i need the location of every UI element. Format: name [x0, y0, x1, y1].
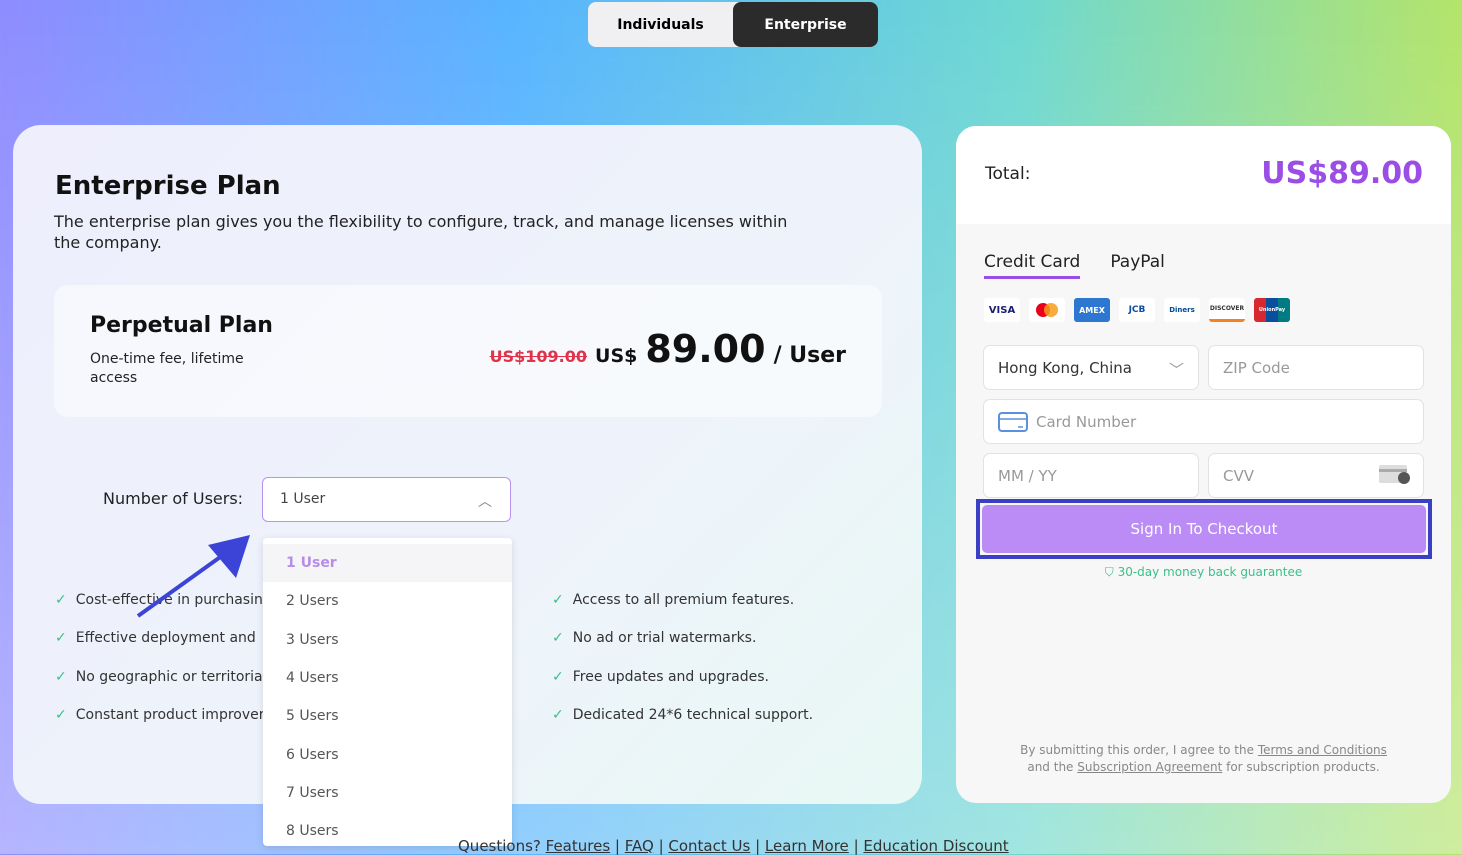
- currency: US$: [595, 345, 638, 367]
- feature-item: ✓ Constant product improver: [55, 707, 265, 723]
- plan-card-title: Perpetual Plan: [90, 313, 273, 338]
- feature-text: Dedicated 24*6 technical support.: [572, 707, 814, 723]
- guarantee: ⛉ 30-day money back guarantee: [956, 565, 1451, 580]
- users-label: Number of Users:: [103, 489, 244, 508]
- check-icon: ✓: [55, 630, 67, 646]
- cvv-card-icon: [1379, 465, 1410, 484]
- country-value: Hong Kong, China: [998, 359, 1132, 377]
- checkout-button-highlight: Sign In To Checkout: [976, 499, 1432, 559]
- visa-icon: VISA: [984, 298, 1020, 322]
- plan-toggle: Individuals Enterprise: [588, 2, 878, 47]
- feature-text: Free updates and upgrades.: [572, 669, 769, 685]
- option-7-users[interactable]: 7 Users: [263, 774, 512, 812]
- check-icon: ✓: [55, 669, 67, 685]
- education-discount-link[interactable]: Education Discount: [863, 837, 1008, 855]
- terms-part: for subscription products.: [1222, 760, 1380, 774]
- plan-card-subtitle: One-time fee, lifetime access: [90, 351, 244, 386]
- cvv-placeholder: CVV: [1223, 467, 1254, 485]
- discover-icon: DISCOVER: [1209, 298, 1245, 322]
- feature-text: Access to all premium features.: [572, 592, 795, 608]
- check-icon: ✓: [552, 669, 564, 685]
- total-label: Total:: [985, 164, 1031, 184]
- price: US$109.00 US$ 89.00 / User: [490, 327, 846, 371]
- diners-icon: Diners: [1164, 298, 1200, 322]
- card-number-input[interactable]: Card Number: [983, 399, 1424, 444]
- tab-enterprise[interactable]: Enterprise: [733, 2, 878, 47]
- terms-link[interactable]: Terms and Conditions: [1258, 743, 1387, 757]
- tab-individuals[interactable]: Individuals: [588, 2, 733, 47]
- unionpay-icon: UnionPay: [1254, 298, 1290, 322]
- users-select[interactable]: 1 User ︿: [262, 477, 511, 522]
- faq-link[interactable]: FAQ: [625, 837, 654, 855]
- expiry-input[interactable]: MM / YY: [983, 453, 1199, 498]
- page-title: Enterprise Plan: [55, 171, 281, 201]
- tab-paypal[interactable]: PayPal: [1110, 252, 1165, 279]
- zip-input[interactable]: ZIP Code: [1208, 345, 1424, 390]
- price-amount: 89.00: [645, 327, 766, 371]
- guarantee-text: 30-day money back guarantee: [1117, 565, 1303, 579]
- feature-text: Effective deployment and: [75, 630, 256, 646]
- card-logos: VISA AMEX JCB Diners DISCOVER UnionPay: [984, 298, 1290, 322]
- feature-text: Constant product improver: [75, 707, 265, 723]
- users-dropdown: 1 User 2 Users 3 Users 4 Users 5 Users 6…: [263, 538, 512, 846]
- credit-card-icon: [998, 412, 1028, 432]
- features-link[interactable]: Features: [546, 837, 611, 855]
- feature-item: ✓ No ad or trial watermarks.: [552, 630, 756, 646]
- amex-icon: AMEX: [1074, 298, 1110, 322]
- option-2-users[interactable]: 2 Users: [263, 582, 512, 620]
- check-icon: ✓: [552, 707, 564, 723]
- arrow-annotation-icon: [136, 535, 250, 618]
- option-6-users[interactable]: 6 Users: [263, 735, 512, 773]
- tab-credit-card[interactable]: Credit Card: [984, 252, 1081, 279]
- users-selected-value: 1 User: [280, 491, 326, 507]
- chevron-up-icon: ︿: [478, 494, 492, 510]
- feature-item: ✓ Access to all premium features.: [552, 592, 794, 608]
- checkout-panel: Total: US$89.00 Credit Card PayPal VISA …: [956, 126, 1451, 803]
- sign-in-checkout-button[interactable]: Sign In To Checkout: [982, 505, 1426, 553]
- option-5-users[interactable]: 5 Users: [263, 697, 512, 735]
- perpetual-plan-card: Perpetual Plan One-time fee, lifetime ac…: [54, 285, 882, 417]
- jcb-icon: JCB: [1119, 298, 1155, 322]
- terms-text: By submitting this order, I agree to the…: [956, 742, 1451, 776]
- option-3-users[interactable]: 3 Users: [263, 621, 512, 659]
- check-icon: ✓: [552, 592, 564, 608]
- terms-part: and the: [1027, 760, 1078, 774]
- feature-item: ✓ Free updates and upgrades.: [552, 669, 769, 685]
- footer: Questions? Features | FAQ | Contact Us |…: [458, 837, 1009, 855]
- total-value: US$89.00: [1261, 156, 1423, 191]
- option-1-user[interactable]: 1 User: [263, 544, 512, 583]
- feature-item: ✓ No geographic or territoria: [55, 669, 263, 685]
- feature-item: ✓ Dedicated 24*6 technical support.: [552, 707, 813, 723]
- card-number-placeholder: Card Number: [1036, 413, 1137, 431]
- footer-prefix: Questions?: [458, 837, 546, 855]
- cvv-input[interactable]: CVV: [1208, 453, 1424, 498]
- chevron-down-icon: ﹀: [1168, 361, 1184, 379]
- check-icon: ✓: [55, 707, 67, 723]
- old-price: US$109.00: [489, 347, 588, 366]
- check-icon: ✓: [55, 592, 67, 608]
- check-icon: ✓: [552, 630, 564, 646]
- feature-text: No ad or trial watermarks.: [572, 630, 757, 646]
- subscription-agreement-link[interactable]: Subscription Agreement: [1077, 760, 1222, 774]
- learn-more-link[interactable]: Learn More: [765, 837, 849, 855]
- price-unit: / User: [773, 343, 846, 368]
- feature-text: No geographic or territoria: [75, 669, 263, 685]
- plan-description: The enterprise plan gives you the flexib…: [54, 212, 788, 252]
- option-4-users[interactable]: 4 Users: [263, 659, 512, 697]
- contact-link[interactable]: Contact Us: [668, 837, 750, 855]
- country-select[interactable]: Hong Kong, China ﹀: [983, 345, 1199, 390]
- shield-check-icon: ⛉: [1104, 565, 1118, 579]
- feature-item: ✓ Effective deployment and: [55, 630, 256, 646]
- terms-part: By submitting this order, I agree to the: [1020, 743, 1258, 757]
- mastercard-icon: [1029, 298, 1065, 322]
